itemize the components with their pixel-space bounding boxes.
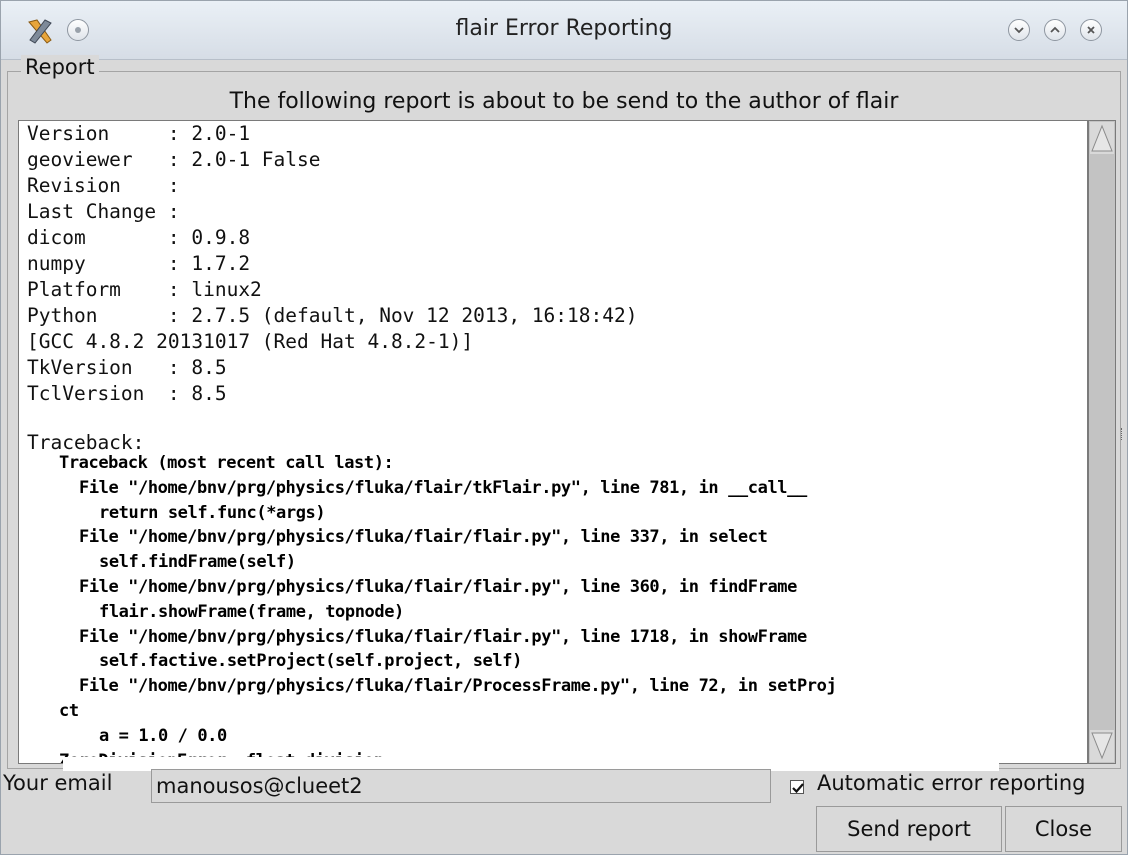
- maximize-button[interactable]: [1044, 19, 1066, 41]
- version-line: [GCC 4.8.2 20131017 (Red Hat 4.8.2-1)]: [27, 330, 474, 353]
- traceback-line: Traceback (most recent call last):: [59, 453, 394, 473]
- traceback-line: self.findFrame(self): [99, 552, 296, 573]
- report-header: The following report is about to be send…: [229, 89, 899, 114]
- traceback-line: a = 1.0 / 0.0: [99, 725, 227, 746]
- chevron-up-icon: [1050, 26, 1060, 33]
- triangle-down-icon: [1091, 732, 1113, 760]
- version-line: Platform : linux2: [27, 278, 262, 301]
- version-line: dicom : 0.9.8: [27, 226, 251, 249]
- traceback-line: ct: [59, 700, 79, 721]
- close-icon: [1087, 26, 1095, 34]
- traceback-line: File "/home/bnv/prg/physics/fluka/flair/…: [79, 576, 797, 597]
- traceback-line: flair.showFrame(frame, topnode): [99, 601, 404, 622]
- checkmark-icon: [792, 783, 804, 794]
- traceback-line: self.factive.setProject(self.project, se…: [99, 651, 522, 672]
- traceback-line: File "/home/bnv/prg/physics/fluka/flair/…: [79, 477, 807, 498]
- error-report-dialog: flair Error Reporting Report The followi…: [0, 0, 1128, 855]
- version-line: Python : 2.7.5 (default, Nov 12 2013, 16…: [27, 304, 638, 327]
- version-line: Revision :: [27, 174, 180, 197]
- traceback-line: return self.func(*args): [99, 502, 326, 523]
- chevron-down-icon: [1014, 27, 1024, 34]
- resize-grip[interactable]: [1121, 428, 1124, 440]
- traceback-line: File "/home/bnv/prg/physics/fluka/flair/…: [79, 626, 807, 647]
- titlebar[interactable]: flair Error Reporting: [1, 1, 1127, 60]
- triangle-up-icon: [1091, 124, 1113, 152]
- send-report-button[interactable]: Send report: [816, 806, 1002, 852]
- minimize-button[interactable]: [1008, 19, 1030, 41]
- scroll-up-button[interactable]: [1090, 122, 1114, 154]
- close-window-button[interactable]: [1080, 19, 1102, 41]
- email-input[interactable]: [151, 769, 771, 803]
- traceback-line: File "/home/bnv/prg/physics/fluka/flair/…: [79, 527, 768, 548]
- version-line: Last Change :: [27, 200, 180, 223]
- report-text-area[interactable]: Version : 2.0-1 geoviewer : 2.0-1 False …: [18, 120, 1088, 764]
- scroll-down-button[interactable]: [1090, 730, 1114, 762]
- vertical-scrollbar[interactable]: [1088, 120, 1116, 764]
- traceback-label: Traceback:: [27, 433, 145, 451]
- version-line: TkVersion : 8.5: [27, 356, 227, 379]
- email-label: Your email: [3, 771, 113, 795]
- close-button[interactable]: Close: [1005, 806, 1122, 852]
- window-title: flair Error Reporting: [455, 16, 673, 41]
- version-line: geoviewer : 2.0-1 False: [27, 148, 321, 171]
- traceback-line: File "/home/bnv/prg/physics/fluka/flair/…: [79, 676, 837, 697]
- version-line: Version : 2.0-1: [27, 122, 251, 145]
- auto-report-checkbox[interactable]: [790, 780, 804, 794]
- version-line: numpy : 1.7.2: [27, 252, 251, 275]
- auto-report-label[interactable]: Automatic error reporting: [817, 771, 1086, 795]
- version-line: TclVersion : 8.5: [27, 382, 227, 405]
- report-group-label: Report: [7, 55, 99, 79]
